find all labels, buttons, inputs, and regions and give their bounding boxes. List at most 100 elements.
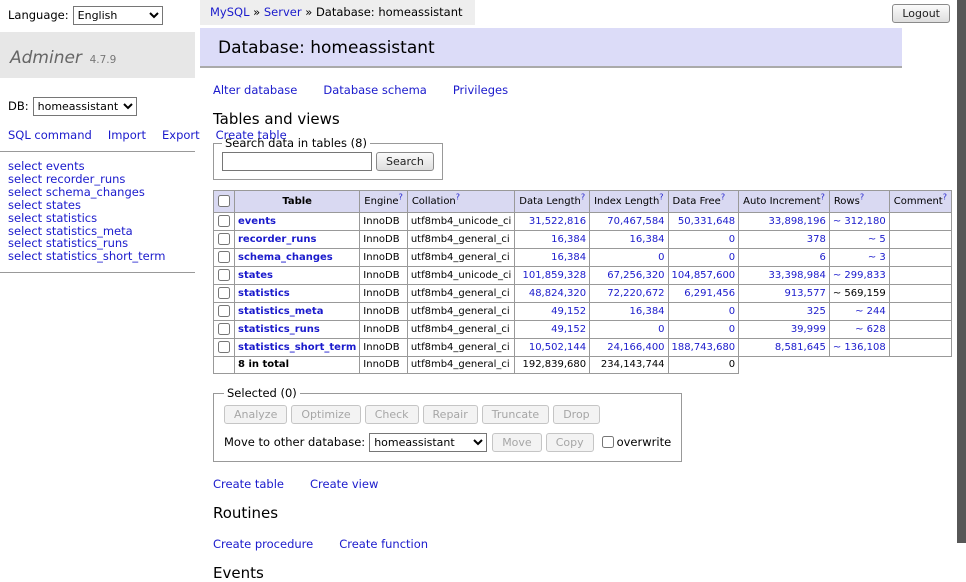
repair-button[interactable]: Repair	[423, 405, 478, 424]
drop-button[interactable]: Drop	[553, 405, 599, 424]
rows-link-statistics_meta[interactable]: ~ 244	[855, 306, 886, 317]
data-free-link-recorder_runs[interactable]: 0	[729, 234, 735, 245]
auto-increment-link-statistics_meta[interactable]: 325	[807, 306, 826, 317]
auto-increment-link-states[interactable]: 33,398,984	[769, 270, 826, 281]
auto-increment-link-schema_changes[interactable]: 6	[819, 252, 825, 263]
language-select[interactable]: English	[73, 6, 163, 25]
sidebar-item-select-states[interactable]: select states	[8, 199, 187, 212]
rows-link-statistics_runs[interactable]: ~ 628	[855, 324, 886, 335]
data-length-link-statistics[interactable]: 48,824,320	[529, 288, 586, 299]
data-length-link-events[interactable]: 31,522,816	[529, 216, 586, 227]
auto-increment-link-recorder_runs[interactable]: 378	[807, 234, 826, 245]
create-function-link[interactable]: Create function	[339, 537, 428, 551]
index-length-link-events[interactable]: 70,467,584	[607, 216, 664, 227]
index-length-link-recorder_runs[interactable]: 16,384	[630, 234, 665, 245]
collation-help-link[interactable]: ?	[456, 192, 460, 201]
data-free-link-events[interactable]: 50,331,648	[678, 216, 735, 227]
table-link-recorder_runs[interactable]: recorder_runs	[238, 234, 316, 245]
optimize-button[interactable]: Optimize	[291, 405, 360, 424]
auto-increment-help-link[interactable]: ?	[821, 192, 825, 201]
row-checkbox-states[interactable]	[218, 269, 230, 281]
sidebar-link-export[interactable]: Export	[162, 128, 200, 142]
data-length-link-recorder_runs[interactable]: 16,384	[551, 234, 586, 245]
index-length-link-statistics_meta[interactable]: 16,384	[630, 306, 665, 317]
db-select[interactable]: homeassistant	[33, 97, 137, 116]
data-length-link-statistics_meta[interactable]: 49,152	[551, 306, 586, 317]
engine-help-link[interactable]: ?	[399, 192, 403, 201]
data-free-link-statistics_meta[interactable]: 0	[729, 306, 735, 317]
sidebar-item-select-statistics-short-term[interactable]: select statistics_short_term	[8, 250, 187, 263]
overwrite-label[interactable]: overwrite	[617, 435, 672, 449]
auto-increment-link-events[interactable]: 33,898,196	[769, 216, 826, 227]
row-checkbox-statistics_meta[interactable]	[218, 305, 230, 317]
breadcrumb-link-server[interactable]: Server	[264, 5, 302, 19]
sidebar-item-select-events[interactable]: select events	[8, 160, 187, 173]
sidebar-item-select-statistics[interactable]: select statistics	[8, 212, 187, 225]
auto-increment-link-statistics_runs[interactable]: 39,999	[791, 324, 826, 335]
logout-button[interactable]: Logout	[892, 4, 950, 23]
index-length-link-states[interactable]: 67,256,320	[607, 270, 664, 281]
row-checkbox-events[interactable]	[218, 215, 230, 227]
table-link-statistics_short_term[interactable]: statistics_short_term	[238, 342, 356, 353]
data-free-help-link[interactable]: ?	[721, 192, 725, 201]
sidebar-item-select-recorder-runs[interactable]: select recorder_runs	[8, 173, 187, 186]
index-length-link-statistics_runs[interactable]: 0	[658, 324, 664, 335]
comment-cell	[889, 249, 951, 267]
rows-link-statistics_short_term[interactable]: ~ 136,108	[833, 342, 886, 353]
rows-link-recorder_runs[interactable]: ~ 5	[868, 234, 886, 245]
row-checkbox-statistics_short_term[interactable]	[218, 341, 230, 353]
table-link-statistics_meta[interactable]: statistics_meta	[238, 306, 323, 317]
data-length-link-statistics_runs[interactable]: 49,152	[551, 324, 586, 335]
data-length-link-states[interactable]: 101,859,328	[522, 270, 586, 281]
data-length-link-statistics_short_term[interactable]: 10,502,144	[529, 342, 586, 353]
truncate-button[interactable]: Truncate	[482, 405, 549, 424]
row-checkbox-recorder_runs[interactable]	[218, 233, 230, 245]
data-free-link-schema_changes[interactable]: 0	[729, 252, 735, 263]
create-view-link[interactable]: Create view	[310, 477, 378, 491]
table-link-statistics_runs[interactable]: statistics_runs	[238, 324, 320, 335]
data-free-link-statistics_short_term[interactable]: 188,743,680	[672, 342, 736, 353]
create-procedure-link[interactable]: Create procedure	[213, 537, 313, 551]
table-link-statistics[interactable]: statistics	[238, 288, 290, 299]
sidebar-link-import[interactable]: Import	[108, 128, 146, 142]
data-length-link-schema_changes[interactable]: 16,384	[551, 252, 586, 263]
index-length-link-statistics_short_term[interactable]: 24,166,400	[607, 342, 664, 353]
index-length-link-schema_changes[interactable]: 0	[658, 252, 664, 263]
move-db-select[interactable]: homeassistant	[369, 433, 487, 452]
vertical-scrollbar[interactable]	[957, 0, 966, 543]
table-link-states[interactable]: states	[238, 270, 273, 281]
sidebar-item-select-schema-changes[interactable]: select schema_changes	[8, 186, 187, 199]
overwrite-checkbox[interactable]	[602, 436, 614, 448]
row-checkbox-schema_changes[interactable]	[218, 251, 230, 263]
table-link-events[interactable]: events	[238, 216, 276, 227]
move-button[interactable]: Move	[492, 433, 542, 452]
search-button[interactable]: Search	[376, 152, 434, 171]
rows-link-schema_changes[interactable]: ~ 3	[868, 252, 886, 263]
privileges-link[interactable]: Privileges	[453, 83, 508, 97]
auto-increment-link-statistics[interactable]: 913,577	[784, 288, 825, 299]
rows-link-events[interactable]: ~ 312,180	[833, 216, 886, 227]
create-table-link[interactable]: Create table	[213, 477, 284, 491]
sidebar-link-sql-command[interactable]: SQL command	[8, 128, 92, 142]
breadcrumb-link-mysql[interactable]: MySQL	[210, 5, 250, 19]
alter-database-link[interactable]: Alter database	[213, 83, 297, 97]
row-checkbox-statistics[interactable]	[218, 287, 230, 299]
select-all-checkbox[interactable]	[218, 195, 230, 207]
data-free-link-statistics[interactable]: 6,291,456	[684, 288, 735, 299]
analyze-button[interactable]: Analyze	[224, 405, 287, 424]
table-link-schema_changes[interactable]: schema_changes	[238, 252, 333, 263]
index-length-help-link[interactable]: ?	[659, 192, 663, 201]
rows-help-link[interactable]: ?	[860, 192, 864, 201]
auto-increment-link-statistics_short_term[interactable]: 8,581,645	[775, 342, 826, 353]
row-checkbox-statistics_runs[interactable]	[218, 323, 230, 335]
comment-help-link[interactable]: ?	[943, 192, 947, 201]
copy-button[interactable]: Copy	[546, 433, 594, 452]
check-button[interactable]: Check	[365, 405, 419, 424]
search-input[interactable]	[222, 152, 372, 171]
data-length-help-link[interactable]: ?	[581, 192, 585, 201]
data-free-link-statistics_runs[interactable]: 0	[729, 324, 735, 335]
database-schema-link[interactable]: Database schema	[323, 83, 426, 97]
rows-link-states[interactable]: ~ 299,833	[833, 270, 886, 281]
index-length-link-statistics[interactable]: 72,220,672	[607, 288, 664, 299]
data-free-link-states[interactable]: 104,857,600	[672, 270, 736, 281]
